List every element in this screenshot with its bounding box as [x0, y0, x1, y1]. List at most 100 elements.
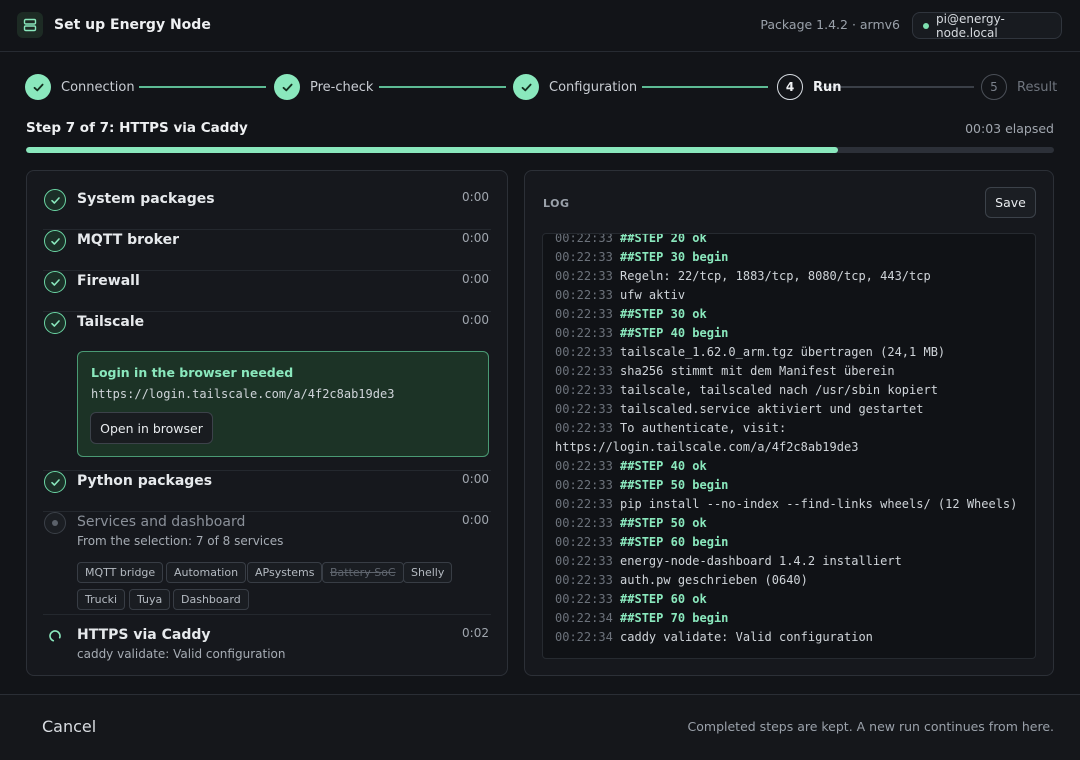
log-line: 00:22:33 ##STEP 60 begin: [555, 533, 1033, 552]
check-icon: [274, 74, 300, 100]
task-name: Services and dashboard: [77, 514, 246, 530]
step-label: Pre-check: [310, 79, 374, 95]
log-message: pip install --no-index --find-links whee…: [620, 497, 1018, 511]
log-line: 00:22:33 pip install --no-index --find-l…: [555, 495, 1033, 514]
log-line: 00:22:33 tailscale, tailscaled nach /usr…: [555, 381, 1033, 400]
log-timestamp: 00:22:33: [555, 383, 613, 397]
log-line: 00:22:33 ufw aktiv: [555, 286, 1033, 305]
progress-bar: [26, 147, 1054, 153]
task-item: Firewall 0:00: [43, 271, 491, 312]
service-chip: Automation: [166, 562, 247, 583]
log-line: https://login.tailscale.com/a/4f2c8ab19d…: [555, 438, 1033, 457]
log-message: ##STEP 50 ok: [620, 516, 707, 530]
log-timestamp: 00:22:33: [555, 288, 613, 302]
log-panel: LOG Save 00:22:33 ##STEP 20 ok 00:22:33 #…: [524, 170, 1054, 676]
log-line: 00:22:33 ##STEP 40 ok: [555, 457, 1033, 476]
cancel-button[interactable]: Cancel: [42, 717, 96, 736]
step-connector: [379, 86, 506, 88]
log-message: ##STEP 30 ok: [620, 307, 707, 321]
log-timestamp: 00:22:34: [555, 611, 613, 625]
task-subtitle: From the selection: 7 of 8 services: [77, 534, 284, 548]
log-timestamp: 00:22:33: [555, 307, 613, 321]
log-line: 00:22:33 energy-node-dashboard 1.4.2 ins…: [555, 552, 1033, 571]
task-name: Python packages: [77, 473, 213, 489]
login-url[interactable]: https://login.tailscale.com/a/4f2c8ab19d…: [91, 387, 394, 401]
log-line: 00:22:33 ##STEP 30 ok: [555, 305, 1033, 324]
progress-fill: [26, 147, 839, 153]
elapsed-time: 00:03 elapsed: [965, 121, 1054, 136]
log-line: 00:22:33 ##STEP 40 begin: [555, 324, 1033, 343]
log-timestamp: 00:22:33: [555, 516, 613, 530]
task-item: Python packages 0:00: [43, 471, 491, 512]
check-circle-icon: [44, 271, 66, 293]
step-pre-check: Pre-check: [274, 74, 373, 100]
log-line: 00:22:33 ##STEP 30 begin: [555, 248, 1033, 267]
log-message: ##STEP 30 begin: [620, 250, 729, 264]
log-output[interactable]: 00:22:33 ##STEP 20 ok 00:22:33 ##STEP 30 …: [542, 233, 1036, 659]
task-list-panel: System packages 0:00 MQTT broker 0:00 Fi…: [26, 170, 508, 676]
step-label: Connection: [61, 79, 135, 95]
log-message: ##STEP 60 begin: [620, 535, 729, 549]
log-timestamp: 00:22:33: [555, 573, 613, 587]
log-timestamp: 00:22:33: [555, 326, 613, 340]
log-label: LOG: [543, 197, 570, 210]
service-chip: Trucki: [77, 589, 126, 610]
check-circle-icon: [44, 471, 66, 493]
server-icon: [17, 12, 43, 38]
log-line: 00:22:33 ##STEP 50 ok: [555, 514, 1033, 533]
log-message: ##STEP 50 begin: [620, 478, 729, 492]
check-icon: [25, 74, 51, 100]
spinner-icon: [44, 625, 66, 647]
log-message: ufw aktiv: [620, 288, 686, 302]
service-chip: MQTT bridge: [77, 562, 164, 583]
log-timestamp: 00:22:33: [555, 592, 613, 606]
log-line: 00:22:33 sha256 stimmt mit dem Manifest …: [555, 362, 1033, 381]
host-badge: pi@energy-node.local: [912, 12, 1062, 40]
log-message: ##STEP 70 begin: [620, 611, 729, 625]
log-line: 00:22:33 ##STEP 50 begin: [555, 476, 1033, 495]
task-duration: 0:02: [462, 626, 489, 640]
package-info: Package 1.4.2 · armv6: [760, 17, 900, 32]
log-timestamp: 00:22:33: [555, 402, 613, 416]
log-line: 00:22:33 To authenticate, visit:: [555, 419, 1033, 438]
step-label: Result: [1017, 79, 1058, 95]
log-timestamp: 00:22:33: [555, 364, 613, 378]
log-line: 00:22:33 tailscaled.service aktiviert un…: [555, 400, 1033, 419]
step-connector: [642, 86, 768, 88]
header: Set up Energy Node Package 1.4.2 · armv6…: [0, 0, 1080, 52]
task-duration: 0:00: [462, 231, 489, 245]
step-run: 4 Run: [777, 74, 842, 100]
log-timestamp: 00:22:33: [555, 421, 613, 435]
service-chip-disabled: Battery SoC: [322, 562, 404, 583]
log-timestamp: 00:22:33: [555, 554, 613, 568]
task-item: MQTT broker 0:00: [43, 230, 491, 271]
step-configuration: Configuration: [513, 74, 637, 100]
log-line: 00:22:33 tailscale_1.62.0_arm.tgz übertr…: [555, 343, 1033, 362]
log-timestamp: 00:22:33: [555, 497, 613, 511]
log-message: tailscale, tailscaled nach /usr/sbin kop…: [620, 383, 938, 397]
log-message: tailscaled.service aktiviert und gestart…: [620, 402, 924, 416]
log-message: tailscale_1.62.0_arm.tgz übertragen (24,…: [620, 345, 946, 359]
task-duration: 0:00: [462, 272, 489, 286]
service-chip: Dashboard: [173, 589, 249, 610]
log-line: 00:22:33 Regeln: 22/tcp, 1883/tcp, 8080/…: [555, 267, 1033, 286]
log-message: sha256 stimmt mit dem Manifest überein: [620, 364, 895, 378]
task-name: MQTT broker: [77, 232, 180, 248]
log-message: energy-node-dashboard 1.4.2 installiert: [620, 554, 902, 568]
log-timestamp: 00:22:33: [555, 250, 613, 264]
pending-icon: [44, 512, 66, 534]
footer: Cancel Completed steps are kept. A new r…: [0, 694, 1080, 760]
log-timestamp: 00:22:34: [555, 630, 613, 644]
log-timestamp: 00:22:33: [555, 535, 613, 549]
task-name: HTTPS via Caddy: [77, 627, 211, 643]
open-in-browser-button[interactable]: Open in browser: [90, 412, 213, 444]
save-log-button[interactable]: Save: [985, 187, 1036, 218]
check-circle-icon: [44, 230, 66, 252]
step-number: 4: [777, 74, 803, 100]
log-line: 00:22:33 ##STEP 20 ok: [555, 234, 1033, 248]
setup-wizard: Set up Energy Node Package 1.4.2 · armv6…: [0, 0, 1080, 760]
log-timestamp: 00:22:33: [555, 269, 613, 283]
service-chip: Tuya: [129, 589, 171, 610]
step-result: 5 Result: [981, 74, 1057, 100]
service-chip: APsystems: [247, 562, 323, 583]
